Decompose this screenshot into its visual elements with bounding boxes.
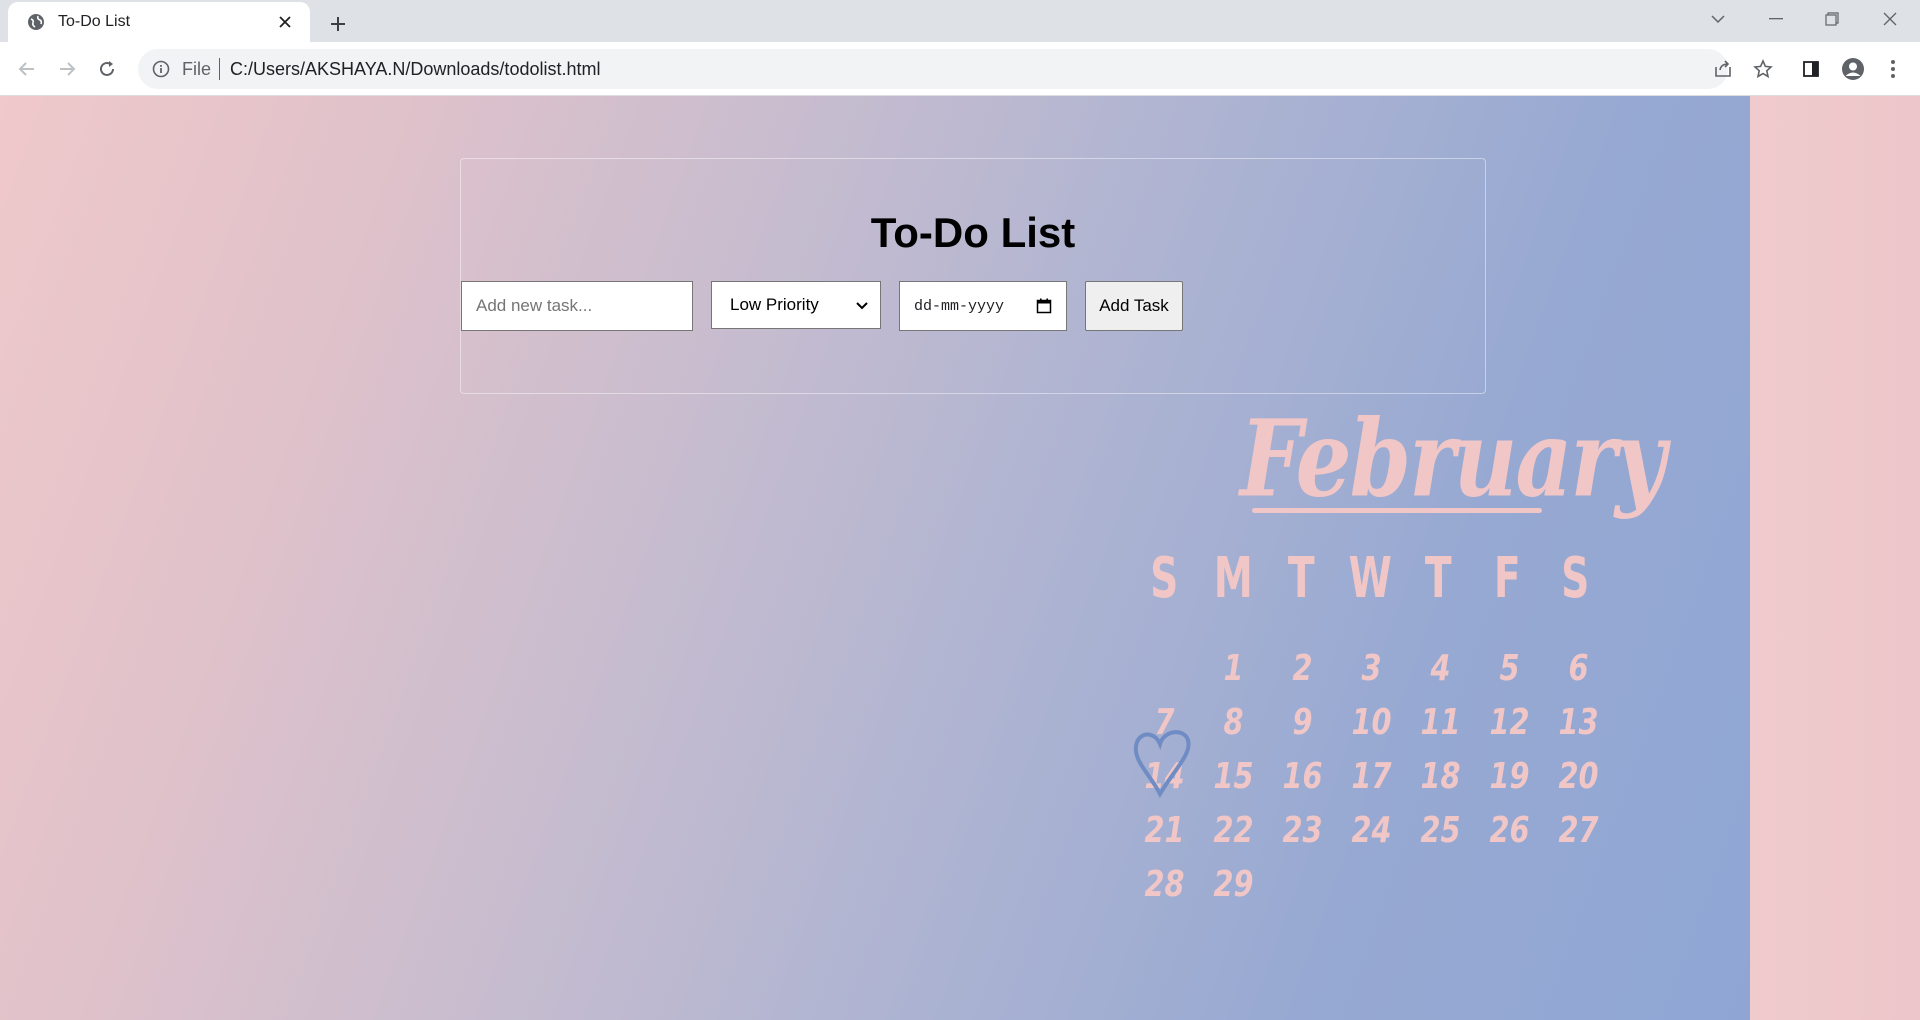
date-placeholder: dd-mm-yyyy [914, 297, 1005, 315]
back-arrow-icon[interactable] [10, 52, 44, 86]
calendar-day: 22 [1213, 810, 1254, 851]
url-divider [219, 58, 221, 80]
info-icon[interactable] [150, 58, 172, 80]
weekday-label: W [1348, 546, 1392, 611]
url-text[interactable]: C:/Users/AKSHAYA.N/Downloads/todolist.ht… [230, 59, 600, 80]
task-form: Low Priority dd-mm-yyyy Add Task [461, 281, 1485, 331]
browser-toolbar: File C:/Users/AKSHAYA.N/Downloads/todoli… [0, 42, 1920, 96]
calendar-weekdays: S M T W T F S [1130, 546, 1610, 611]
calendar-day: 1 [1223, 648, 1244, 689]
share-icon[interactable] [1706, 52, 1740, 86]
task-input[interactable] [461, 281, 693, 331]
weekday-label: M [1213, 546, 1253, 611]
calendar-day: 19 [1489, 756, 1530, 797]
due-date-input[interactable]: dd-mm-yyyy [899, 281, 1067, 331]
tab-title: To-Do List [58, 13, 131, 30]
calendar-artwork: February S M T W T F S 1 2 3 4 5 6 7 8 9… [1130, 396, 1666, 1016]
calendar-day: 29 [1213, 864, 1254, 905]
weekday-label: S [1561, 546, 1590, 611]
add-task-button[interactable]: Add Task [1085, 281, 1183, 331]
side-panel-icon[interactable] [1794, 52, 1828, 86]
calendar-day: 17 [1351, 756, 1392, 797]
calendar-day: 20 [1558, 756, 1599, 797]
calendar-day: 6 [1568, 648, 1589, 689]
forward-arrow-icon[interactable] [50, 52, 84, 86]
bookmark-star-icon[interactable] [1746, 52, 1780, 86]
minimize-button[interactable] [1748, 0, 1804, 38]
calendar-day: 12 [1489, 702, 1530, 743]
calendar-day [1137, 642, 1192, 696]
calendar-day: 2 [1292, 648, 1313, 689]
calendar-day: 4 [1430, 648, 1451, 689]
tab-strip: To-Do List [0, 0, 1920, 42]
page-viewport: February S M T W T F S 1 2 3 4 5 6 7 8 9… [0, 96, 1920, 1020]
weekday-label: T [1288, 546, 1315, 611]
wallpaper-edge [1750, 96, 1920, 1020]
profile-avatar-icon[interactable] [1836, 52, 1870, 86]
calendar-day: 10 [1351, 702, 1392, 743]
close-window-button[interactable] [1862, 0, 1918, 38]
priority-select[interactable]: Low Priority [711, 281, 881, 329]
calendar-day: 5 [1499, 648, 1520, 689]
calendar-day: 21 [1144, 810, 1185, 851]
weekday-label: S [1150, 546, 1179, 611]
calendar-day: 28 [1144, 864, 1185, 905]
reload-icon[interactable] [90, 52, 124, 86]
url-scheme-label: File [182, 58, 212, 79]
calendar-days: 1 2 3 4 5 6 7 8 9 10 11 12 13 14 15 16 1… [1130, 642, 1610, 912]
calendar-day: 13 [1558, 702, 1599, 743]
month-underline [1252, 508, 1542, 513]
calendar-day: 26 [1489, 810, 1530, 851]
todo-container: To-Do List Low Priority dd-mm-yyyy Add T… [460, 158, 1486, 394]
weekday-label: F [1493, 546, 1521, 611]
tab-search-icon[interactable] [1690, 0, 1746, 38]
calendar-day: 9 [1292, 702, 1313, 743]
restore-button[interactable] [1804, 0, 1860, 38]
globe-icon [26, 12, 46, 32]
calendar-day: 25 [1420, 810, 1461, 851]
calendar-day: 24 [1351, 810, 1392, 851]
heart-icon [1133, 730, 1191, 798]
calendar-day: 23 [1282, 810, 1323, 851]
new-tab-button[interactable] [322, 8, 354, 40]
calendar-day: 8 [1223, 702, 1244, 743]
calendar-icon[interactable] [1036, 298, 1052, 314]
calendar-day: 3 [1361, 648, 1382, 689]
priority-selected-value: Low Priority [730, 295, 819, 314]
page-title: To-Do List [870, 209, 1076, 256]
close-tab-icon[interactable] [274, 11, 296, 33]
calendar-month: February [1240, 396, 1666, 521]
address-bar[interactable]: File C:/Users/AKSHAYA.N/Downloads/todoli… [138, 49, 1728, 89]
calendar-day: 16 [1282, 756, 1323, 797]
menu-dots-icon[interactable] [1876, 52, 1910, 86]
chevron-down-icon [856, 295, 868, 315]
calendar-day: 11 [1420, 702, 1461, 743]
calendar-day: 18 [1420, 756, 1461, 797]
calendar-day: 27 [1558, 810, 1599, 851]
calendar-day: 15 [1213, 756, 1254, 797]
browser-tab[interactable]: To-Do List [8, 2, 310, 42]
weekday-label: T [1425, 546, 1452, 611]
